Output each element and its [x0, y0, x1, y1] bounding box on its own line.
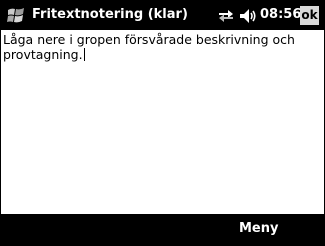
windows-start-icon[interactable] [6, 6, 26, 26]
clock[interactable]: 08:56 [260, 7, 301, 22]
soft-key-bar: Meny [1, 214, 324, 245]
note-text: Låga nere i gropen försvårade beskrivnin… [3, 32, 299, 62]
ok-button[interactable]: ok [300, 6, 319, 25]
device-screen: Fritextnotering (klar) 08:56 ok Låga ner… [0, 0, 325, 246]
text-cursor [83, 48, 85, 61]
title-bar: Fritextnotering (klar) 08:56 ok [1, 1, 324, 30]
connectivity-icon[interactable] [218, 9, 234, 23]
window-title: Fritextnotering (klar) [32, 7, 188, 22]
menu-button[interactable]: Meny [239, 221, 278, 236]
note-text-area[interactable]: Låga nere i gropen försvårade beskrivnin… [3, 32, 303, 62]
note-editor[interactable]: Låga nere i gropen försvårade beskrivnin… [1, 30, 324, 214]
volume-icon[interactable] [239, 8, 257, 24]
